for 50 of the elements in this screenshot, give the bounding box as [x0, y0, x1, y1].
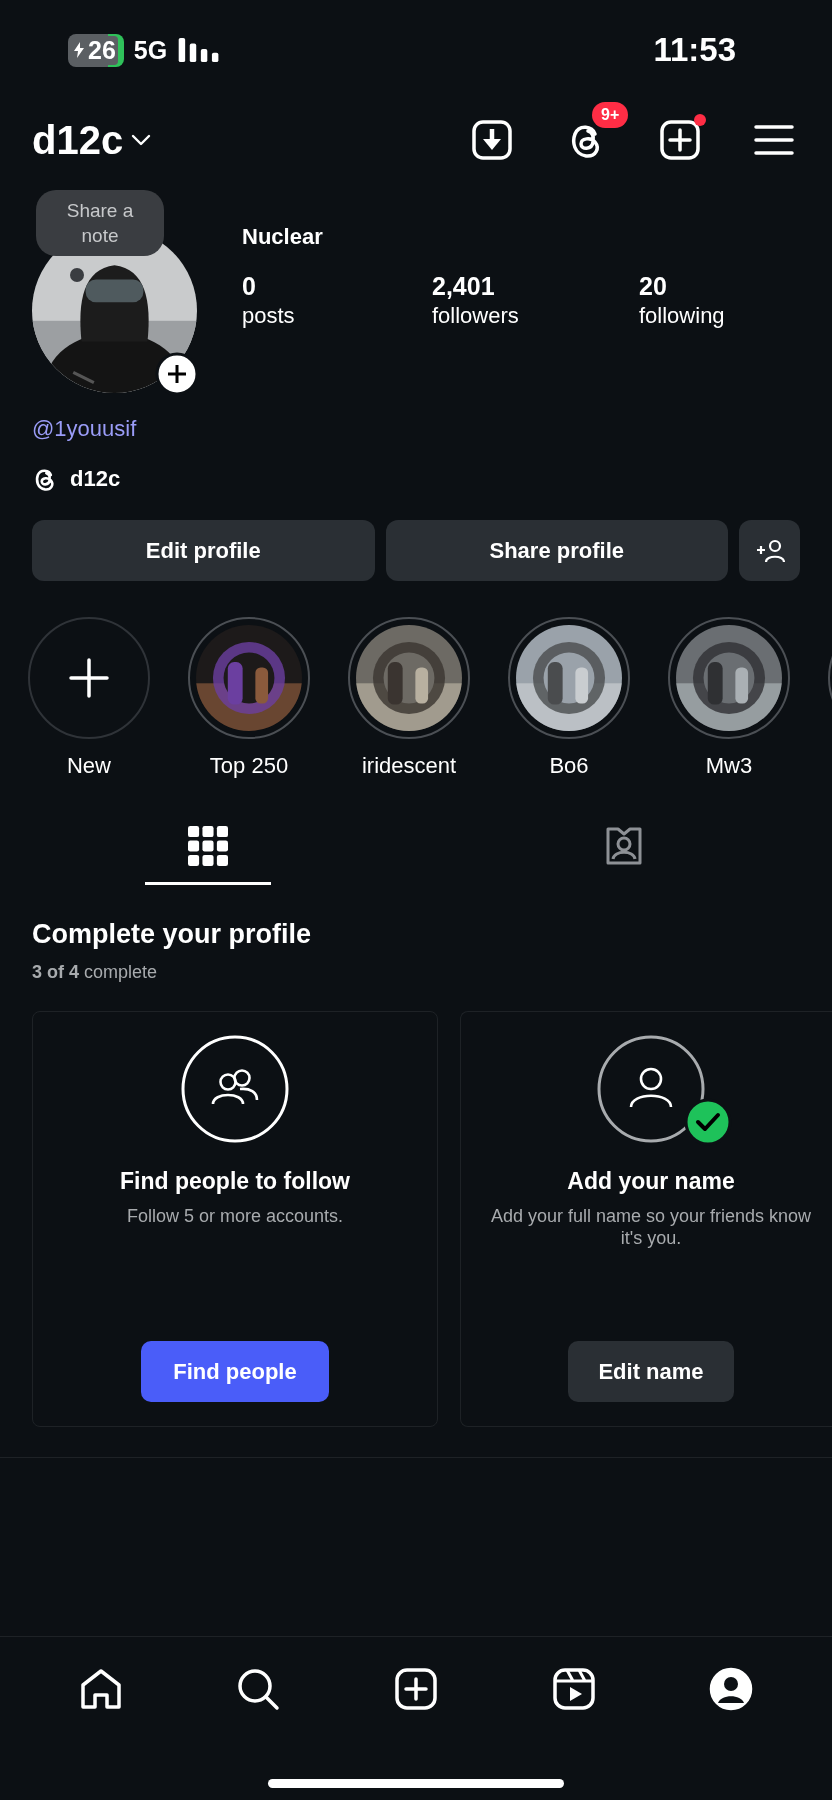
chevron-down-icon[interactable]	[131, 134, 152, 146]
highlight-ring[interactable]	[348, 617, 470, 739]
card-title: Add your name	[567, 1168, 735, 1195]
search-icon[interactable]	[236, 1667, 281, 1711]
share-profile-button[interactable]: Share profile	[385, 520, 728, 581]
username-switcher[interactable]: d12c	[32, 117, 124, 163]
grid-icon[interactable]	[188, 826, 228, 866]
add-person-button[interactable]	[739, 520, 800, 581]
progress-text: 3 of 4 complete	[32, 962, 159, 983]
edit-profile-button[interactable]: Edit profile	[32, 520, 375, 581]
card-description: Follow 5 or more accounts.	[125, 1205, 345, 1227]
highlight-label[interactable]: Mw3	[705, 753, 753, 779]
stat-count[interactable]: 0	[242, 272, 432, 301]
clock: 11:53	[653, 31, 736, 69]
profile-link[interactable]: @1youusif	[0, 396, 832, 442]
highlight-ring[interactable]	[508, 617, 630, 739]
download-icon[interactable]	[472, 120, 512, 160]
add-person-icon[interactable]	[754, 538, 785, 563]
card-title: Find people to follow	[120, 1168, 350, 1195]
network-type: 5G	[133, 35, 168, 65]
highlight-label[interactable]: New	[67, 753, 111, 779]
person-icon	[596, 1034, 706, 1144]
stat-label[interactable]: posts	[242, 303, 432, 329]
add-post-icon[interactable]	[660, 120, 700, 160]
stat-count[interactable]: 2,401	[432, 272, 639, 301]
threads-badge[interactable]: d12c	[70, 466, 121, 492]
edit-name-button[interactable]: Edit name	[568, 1341, 734, 1402]
people-icon	[180, 1034, 290, 1144]
stat-label[interactable]: followers	[432, 303, 639, 329]
display-name: Nuclear	[242, 224, 324, 250]
home-icon[interactable]	[78, 1667, 123, 1711]
section-title: Complete your profile	[32, 919, 313, 950]
add-story-icon[interactable]	[155, 352, 199, 396]
card-description: Add your full name so your friends know it's you.	[489, 1205, 813, 1249]
stat-count[interactable]: 20	[639, 272, 829, 301]
tagged-person-icon[interactable]	[604, 826, 644, 866]
bolt-icon	[74, 42, 84, 58]
highlight-label[interactable]: Top 250	[209, 753, 289, 779]
battery-percentage: 26	[86, 35, 118, 65]
notification-badge: 9+	[592, 102, 629, 128]
plus-icon[interactable]	[69, 658, 109, 698]
find-people-button[interactable]: Find people	[141, 1341, 329, 1402]
profile-icon[interactable]	[709, 1667, 754, 1711]
create-icon[interactable]	[394, 1667, 438, 1711]
highlight-label[interactable]: iridescent	[361, 753, 457, 779]
stat-label[interactable]: following	[639, 303, 829, 329]
highlight-ring[interactable]	[668, 617, 790, 739]
reels-icon[interactable]	[551, 1667, 596, 1711]
highlight-label[interactable]: Bo6	[549, 753, 589, 779]
note-tooltip[interactable]: Share a note	[36, 190, 164, 256]
